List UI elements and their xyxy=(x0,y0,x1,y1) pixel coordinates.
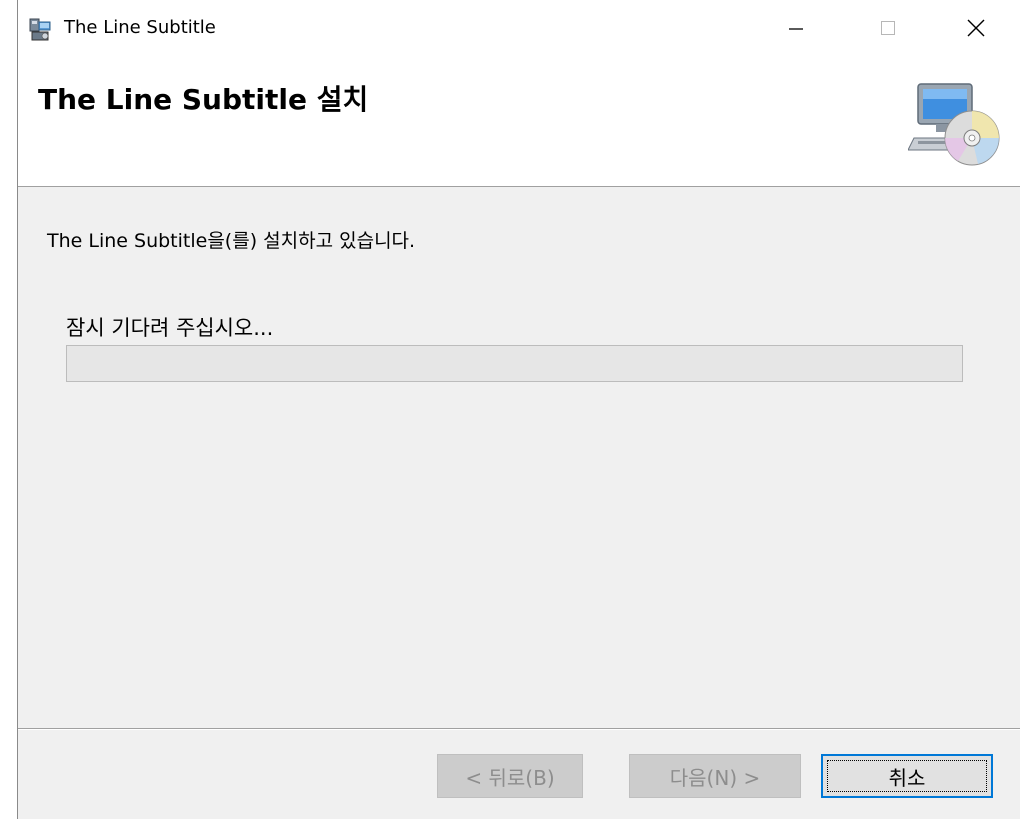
maximize-icon xyxy=(881,21,895,35)
minimize-icon xyxy=(789,28,803,30)
focus-ring xyxy=(827,760,987,792)
cancel-button[interactable]: 취소 xyxy=(821,754,993,798)
back-button[interactable]: < 뒤로(B) xyxy=(437,754,583,798)
header-title: The Line Subtitle 설치 xyxy=(38,83,369,116)
next-button[interactable]: 다음(N) > xyxy=(629,754,801,798)
install-status-text: The Line Subtitle을(를) 설치하고 있습니다. xyxy=(47,230,416,252)
window-title: The Line Subtitle xyxy=(64,17,216,38)
wait-label: 잠시 기다려 주십시오... xyxy=(66,316,274,340)
footer-divider xyxy=(18,728,1020,730)
close-button[interactable] xyxy=(936,0,1016,56)
install-progress-bar xyxy=(66,345,963,382)
title-bar: The Line Subtitle xyxy=(18,0,1020,56)
dialog-header: The Line Subtitle 설치 xyxy=(18,56,1020,187)
close-icon xyxy=(967,19,985,37)
maximize-button[interactable] xyxy=(848,0,928,56)
installer-package-icon xyxy=(28,16,54,42)
setup-computer-cd-icon xyxy=(907,80,1000,172)
minimize-button[interactable] xyxy=(756,0,836,56)
installer-window: The Line Subtitle The Line Subtitle 설치 T… xyxy=(17,0,1020,819)
